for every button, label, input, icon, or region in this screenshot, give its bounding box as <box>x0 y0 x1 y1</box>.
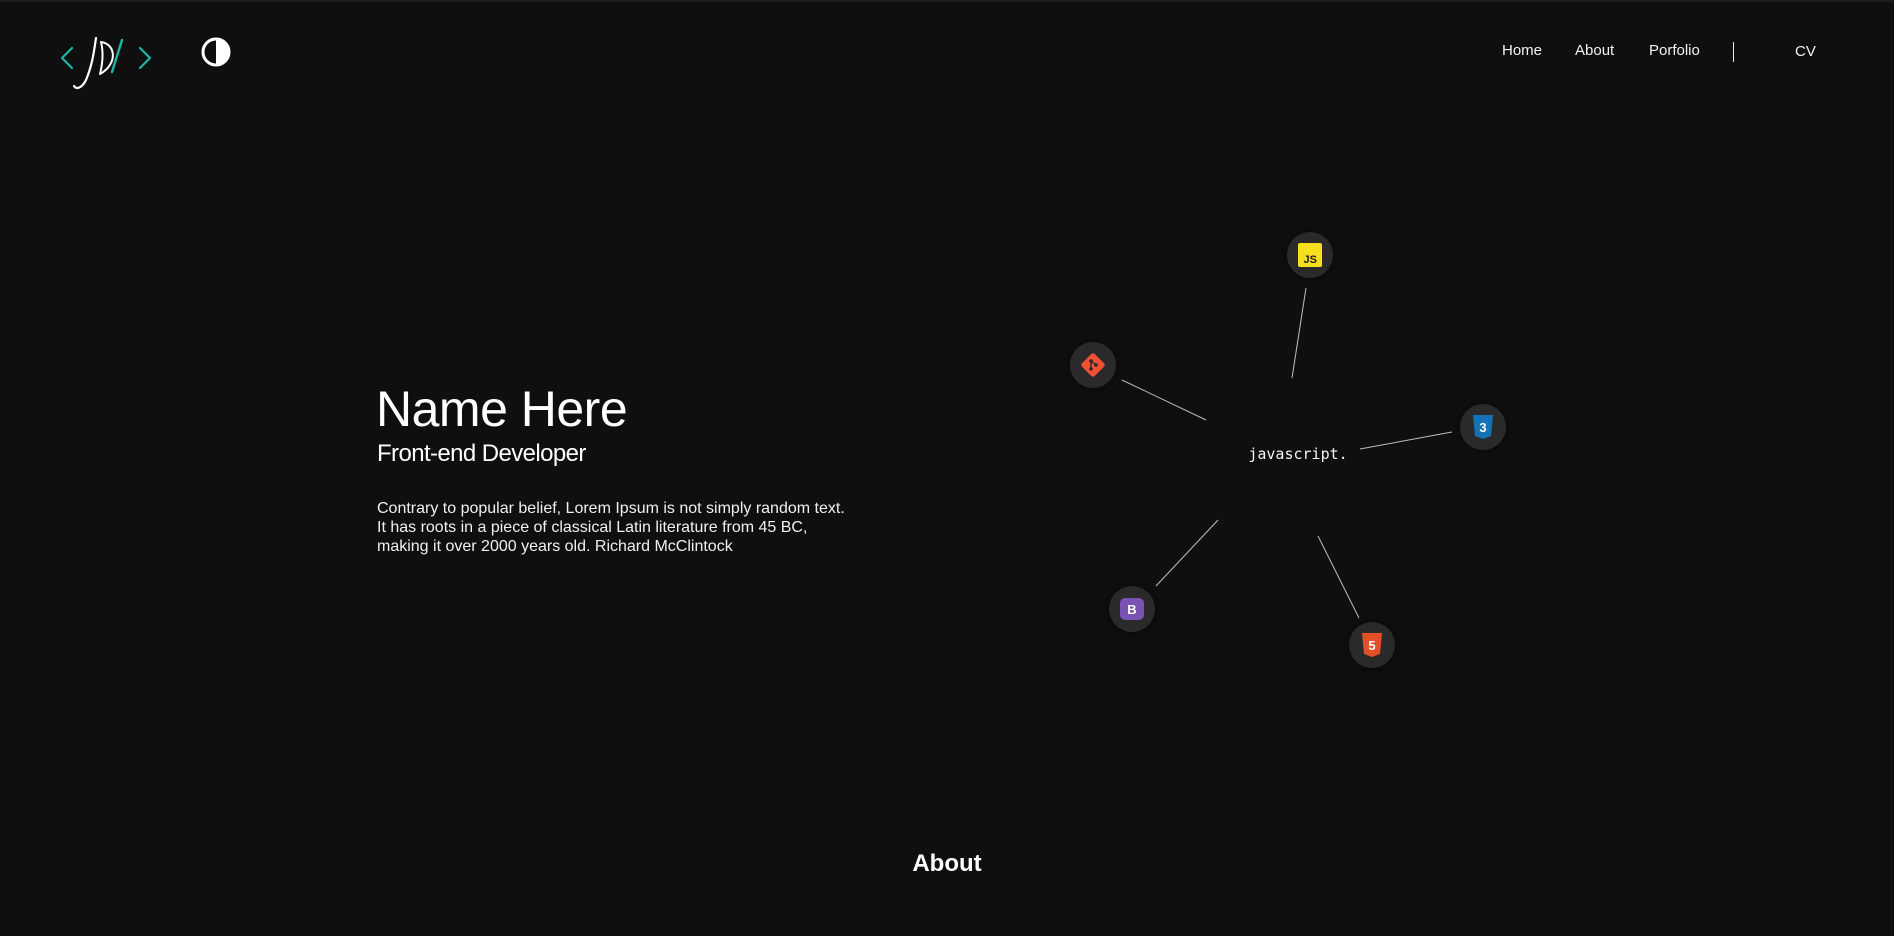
skill-node-css3[interactable]: 3 <box>1460 404 1506 450</box>
hero-description-line: making it over 2000 years old. Richard M… <box>377 538 733 555</box>
bootstrap-icon: B <box>1120 598 1144 620</box>
hero-name: Name Here <box>376 381 628 437</box>
nav-home-link[interactable]: Home <box>1502 42 1542 59</box>
connector-line <box>1317 535 1360 619</box>
javascript-icon: JS <box>1298 243 1322 267</box>
nav-cv-link[interactable]: CV <box>1795 43 1816 60</box>
connector-line <box>1155 519 1219 587</box>
page: Home About Porfolio CV Name Here Front-e… <box>0 0 1894 936</box>
skill-node-html5[interactable]: 5 <box>1349 622 1395 668</box>
html5-icon-label: 5 <box>1368 638 1375 653</box>
nav-portfolio-link[interactable]: Porfolio <box>1649 42 1700 59</box>
html5-icon: 5 <box>1362 633 1382 657</box>
hero-description-line: It has roots in a piece of classical Lat… <box>377 519 808 536</box>
contrast-icon <box>201 37 231 67</box>
hero-description-line: Contrary to popular belief, Lorem Ipsum … <box>377 500 845 517</box>
nav-divider <box>1733 42 1734 62</box>
connector-line <box>1121 379 1207 421</box>
skill-node-bootstrap[interactable]: B <box>1109 586 1155 632</box>
connector-line <box>1359 431 1453 450</box>
connector-line <box>1291 287 1307 379</box>
jd-code-logo-icon <box>60 36 152 90</box>
skills-orbit: javascript. JS 3 B 5 <box>1040 212 1560 692</box>
git-icon <box>1081 353 1105 377</box>
skill-node-git[interactable] <box>1070 342 1116 388</box>
rotating-skill-word: javascript. <box>1248 445 1348 463</box>
skill-node-javascript[interactable]: JS <box>1287 232 1333 278</box>
theme-toggle-button[interactable] <box>200 36 232 68</box>
about-section-heading: About <box>912 850 982 877</box>
site-logo[interactable] <box>56 32 156 100</box>
javascript-icon-label: JS <box>1304 254 1317 266</box>
bootstrap-icon-label: B <box>1127 602 1136 617</box>
hero-role: Front-end Developer <box>377 440 586 467</box>
hero-description: Contrary to popular belief, Lorem Ipsum … <box>377 499 877 556</box>
nav-about-link[interactable]: About <box>1575 42 1614 59</box>
css3-icon-label: 3 <box>1479 420 1486 435</box>
css3-icon: 3 <box>1473 415 1493 439</box>
